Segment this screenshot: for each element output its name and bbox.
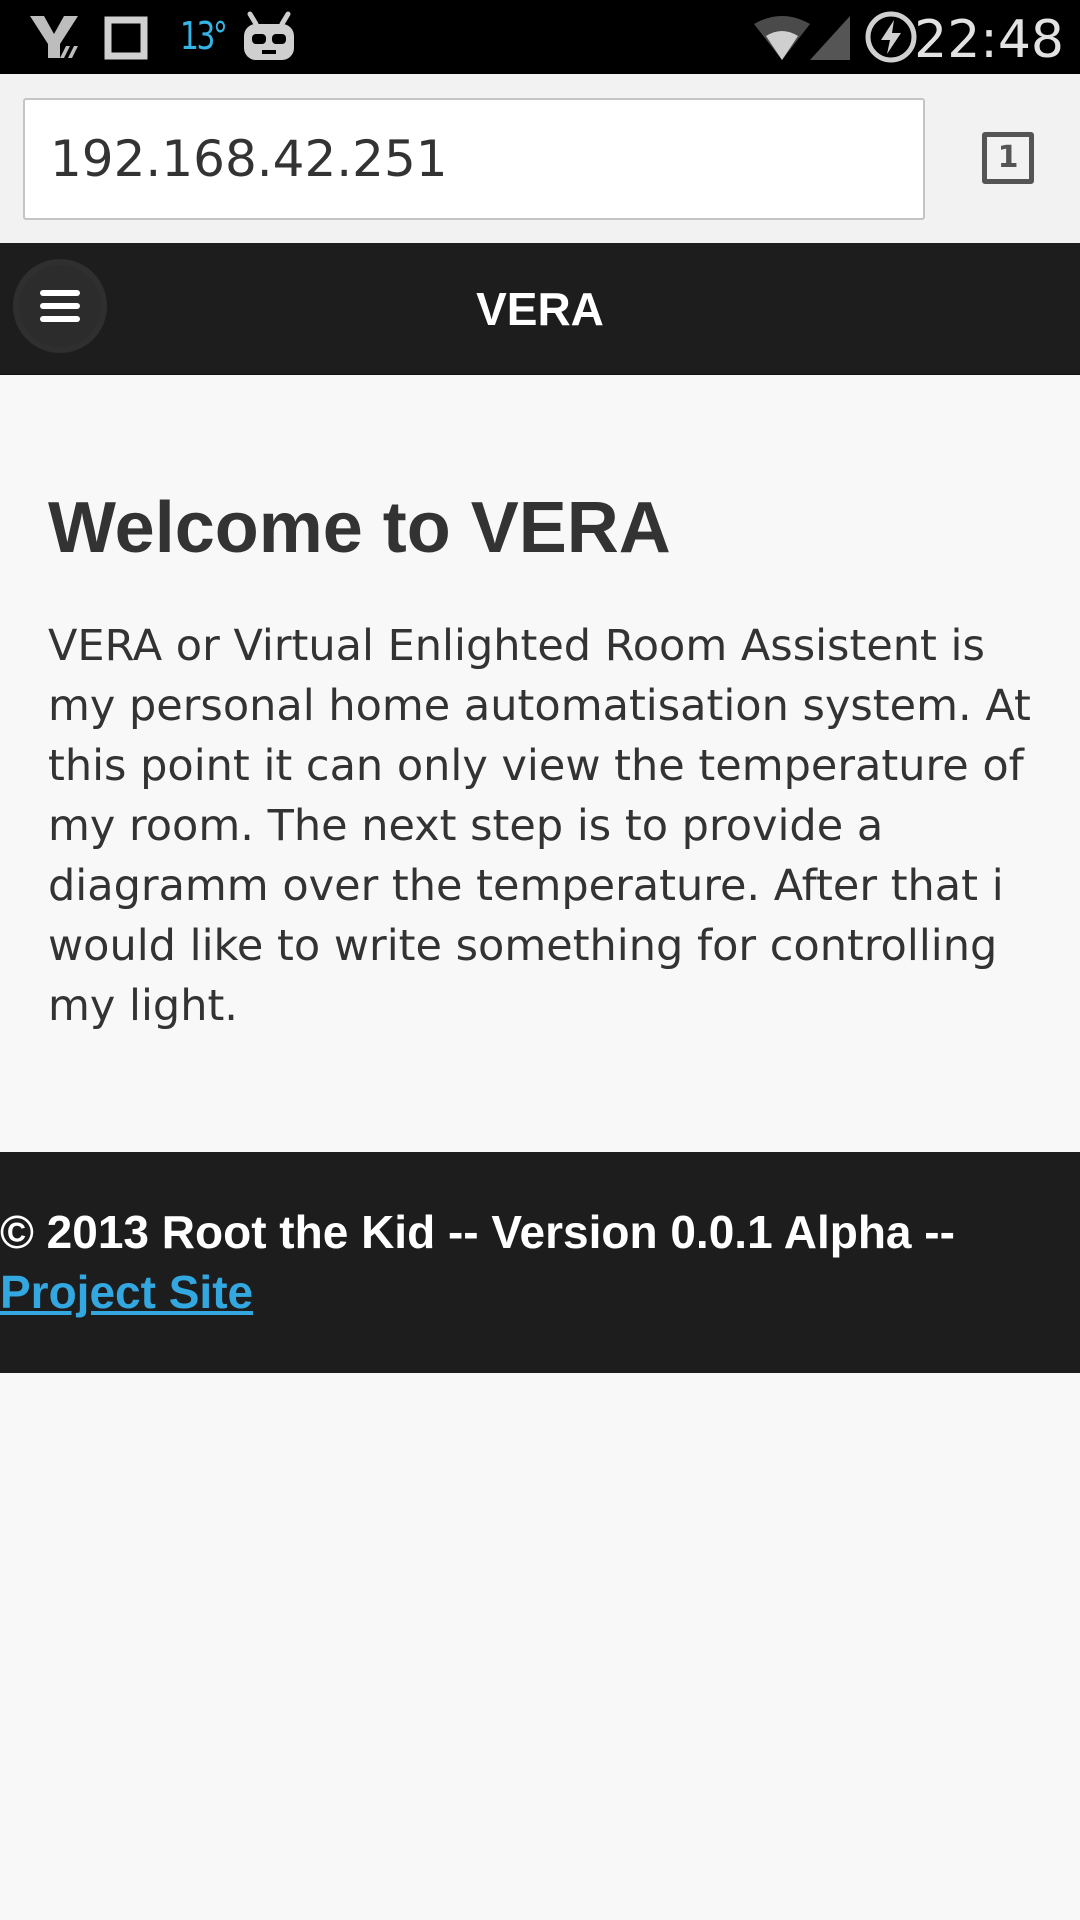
clock-text: 22:48 [914, 10, 1064, 70]
network-provider-icon [30, 16, 78, 58]
menu-button[interactable] [19, 265, 101, 347]
page-title: VERA [476, 283, 604, 335]
main-content: Welcome to VERA VERA or Virtual Enlighte… [48, 480, 1048, 1036]
wifi-icon [754, 16, 810, 60]
temperature-text: 13° [180, 14, 228, 58]
screenshot-icon [104, 16, 148, 60]
battery-charging-icon [865, 11, 917, 63]
copyright-text: © 2013 Root the Kid -- Version 0.0.1 Alp… [0, 1206, 955, 1258]
hamburger-menu-icon [40, 290, 80, 322]
cell-signal-icon [810, 16, 850, 60]
page-header: VERA [0, 243, 1080, 375]
browser-toolbar: 192.168.42.251 1 [0, 74, 1080, 243]
url-field[interactable]: 192.168.42.251 [23, 98, 925, 220]
status-bar: 13° 22:48 [0, 0, 1080, 74]
android-icon [244, 11, 294, 60]
tab-switcher-button[interactable]: 1 [982, 132, 1034, 184]
welcome-heading: Welcome to VERA [48, 488, 671, 568]
intro-paragraph: VERA or Virtual Enlighted Room Assistent… [48, 621, 1031, 1031]
footer-text: © 2013 Root the Kid -- Version 0.0.1 Alp… [0, 1202, 1000, 1322]
page-footer: © 2013 Root the Kid -- Version 0.0.1 Alp… [0, 1152, 1080, 1373]
project-site-link[interactable]: Project Site [0, 1266, 253, 1318]
